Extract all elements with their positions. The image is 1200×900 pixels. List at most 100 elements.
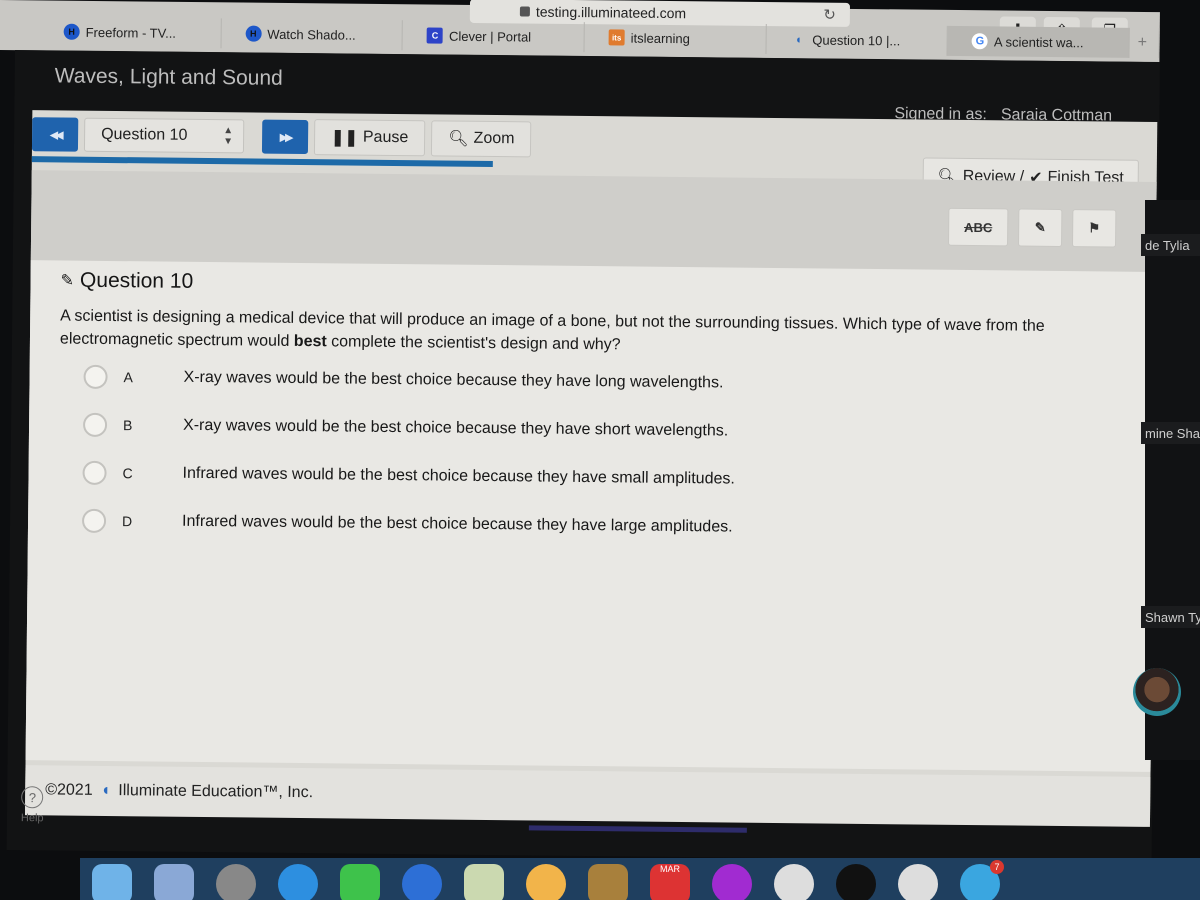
company-name: Illuminate Education™, Inc. xyxy=(118,782,314,802)
reload-icon[interactable]: ↻ xyxy=(823,6,836,24)
plus-icon: + xyxy=(1137,33,1148,52)
illuminate-logo-icon: ◖ xyxy=(100,781,111,800)
tab-question-10[interactable]: ◖ Question 10 |... xyxy=(766,24,949,56)
choice-letter: A xyxy=(123,369,134,386)
tab-label: Freeform - TV... xyxy=(85,24,177,41)
tab-label: Watch Shado... xyxy=(267,26,356,43)
answer-eliminator-button[interactable]: ABC xyxy=(948,207,1009,247)
podcasts-icon[interactable] xyxy=(712,864,752,900)
screen: testing.illuminateed.com ↻ ⬇ ⇧ ❐ H Freef… xyxy=(0,0,1200,900)
zoom-button[interactable]: 🔍︎ Zoom xyxy=(431,120,532,158)
h-logo-icon: H xyxy=(63,23,80,40)
help-label: Help xyxy=(20,812,44,825)
radio-button[interactable] xyxy=(83,364,108,389)
launchpad-icon[interactable] xyxy=(216,864,256,900)
zoom-label: Zoom xyxy=(473,129,515,148)
calendar-month: MAR xyxy=(660,864,680,874)
tab-label: A scientist wa... xyxy=(993,33,1084,50)
stem-emphasis: best xyxy=(293,332,327,351)
question-panel: ✎ Question 10 A scientist is designing a… xyxy=(25,260,1156,772)
dock: MAR 7 xyxy=(80,858,1200,900)
fast-forward-icon: ▶▶ xyxy=(279,131,291,144)
maps-icon[interactable] xyxy=(464,864,504,900)
answer-choices: A X-ray waves would be the best choice b… xyxy=(58,352,1125,555)
tab-clever-portal[interactable]: C Clever | Portal xyxy=(402,20,585,53)
copyright-text: ©2021 xyxy=(45,781,93,799)
edit-icon: ✎ xyxy=(1034,219,1046,235)
choice-text: Infrared waves would be the best choice … xyxy=(181,512,733,536)
test-toolbar: ◀◀ Question 10 ▲ ▼ ▶▶ ❚❚ Pause 🔍︎ Zoom xyxy=(31,116,532,158)
lock-icon xyxy=(519,6,530,17)
select-arrows-icon: ▲ ▼ xyxy=(223,125,234,148)
facetime-icon[interactable] xyxy=(340,864,380,900)
photos-icon[interactable] xyxy=(526,864,566,900)
tab-freeform[interactable]: H Freeform - TV... xyxy=(39,16,222,49)
tab-label: Question 10 |... xyxy=(812,32,901,48)
pencil-icon: ✎ xyxy=(60,272,75,290)
tab-label: itslearning xyxy=(630,30,690,46)
participant-name: Shawn Tyre xyxy=(1141,606,1200,628)
participant-name: mine Sha xyxy=(1141,422,1200,444)
participant-avatar xyxy=(1133,668,1181,716)
clever-logo-icon: C xyxy=(426,27,444,44)
calendar-icon[interactable]: MAR xyxy=(650,864,690,900)
safari-icon[interactable] xyxy=(402,864,442,900)
app-title: Waves, Light and Sound xyxy=(54,64,283,90)
pause-button[interactable]: ❚❚ Pause xyxy=(313,119,426,157)
pause-icon: ❚❚ xyxy=(331,129,358,147)
question-heading: ✎ Question 10 xyxy=(60,268,1125,303)
tab-a-scientist[interactable]: G A scientist wa... xyxy=(947,25,1130,58)
page: Waves, Light and Sound Signed in as: Sara… xyxy=(6,50,1160,862)
choice-letter: C xyxy=(122,465,133,482)
tab-label: Clever | Portal xyxy=(448,28,532,45)
abc-strike-icon: ABC xyxy=(964,219,993,235)
mail-icon[interactable] xyxy=(154,864,194,900)
h-logo-icon: H xyxy=(245,25,262,42)
stem-text: complete the scientist's design and why? xyxy=(326,333,621,354)
help-button[interactable]: ? Help xyxy=(21,786,44,824)
tab-itslearning[interactable]: its itslearning xyxy=(584,22,767,55)
music-icon[interactable] xyxy=(774,864,814,900)
messages-icon[interactable]: 7 xyxy=(960,860,1004,900)
previous-question-button[interactable]: ◀◀ xyxy=(31,117,79,152)
url-text: testing.illuminateed.com xyxy=(535,3,687,22)
question-select-value: Question 10 xyxy=(101,125,188,144)
app-icon[interactable] xyxy=(898,864,938,900)
choice-letter: D xyxy=(121,513,133,530)
notification-badge: 7 xyxy=(990,860,1004,874)
choice-letter: B xyxy=(122,417,133,434)
magnifier-icon: 🔍︎ xyxy=(448,130,469,148)
test-container: ◀◀ Question 10 ▲ ▼ ▶▶ ❚❚ Pause 🔍︎ Zoom 🔍… xyxy=(24,110,1158,827)
finder-icon[interactable] xyxy=(92,864,132,900)
itslearning-logo-icon: its xyxy=(608,29,625,46)
answer-choice-d[interactable]: D Infrared waves would be the best choic… xyxy=(58,496,1123,555)
page-footer: ©2021 ◖ Illuminate Education™, Inc. xyxy=(24,765,1151,827)
tab-watch-shado[interactable]: H Watch Shado... xyxy=(221,18,404,51)
participant-name: de Tylia xyxy=(1141,234,1200,256)
question-tools: ABC ✎ ⚑ xyxy=(948,207,1117,248)
question-stem: A scientist is designing a medical devic… xyxy=(60,304,1090,361)
pause-label: Pause xyxy=(362,128,409,147)
choice-text: Infrared waves would be the best choice … xyxy=(182,464,735,488)
radio-button[interactable] xyxy=(82,460,107,485)
radio-button[interactable] xyxy=(82,412,108,437)
progress-fill xyxy=(31,156,494,168)
contacts-icon[interactable] xyxy=(588,864,628,900)
app-store-icon[interactable] xyxy=(278,864,318,900)
choice-text: X-ray waves would be the best choice bec… xyxy=(183,368,724,392)
choice-text: X-ray waves would be the best choice bec… xyxy=(182,416,729,440)
rewind-icon: ◀◀ xyxy=(49,128,61,141)
radio-button[interactable] xyxy=(81,508,107,533)
new-tab-button[interactable]: + xyxy=(1129,27,1160,59)
question-select[interactable]: Question 10 ▲ ▼ xyxy=(83,117,245,154)
flag-button[interactable]: ⚑ xyxy=(1071,209,1117,248)
background-bar xyxy=(528,825,747,833)
notes-button[interactable]: ✎ xyxy=(1017,208,1063,247)
help-icon: ? xyxy=(21,786,44,809)
app-icon[interactable] xyxy=(836,864,876,900)
participants-panel: de Tylia mine Sha Shawn Tyre xyxy=(1133,200,1200,760)
question-title: Question 10 xyxy=(79,268,194,293)
next-question-button[interactable]: ▶▶ xyxy=(261,119,309,155)
google-logo-icon: G xyxy=(971,33,989,50)
flag-icon: ⚑ xyxy=(1088,220,1101,236)
